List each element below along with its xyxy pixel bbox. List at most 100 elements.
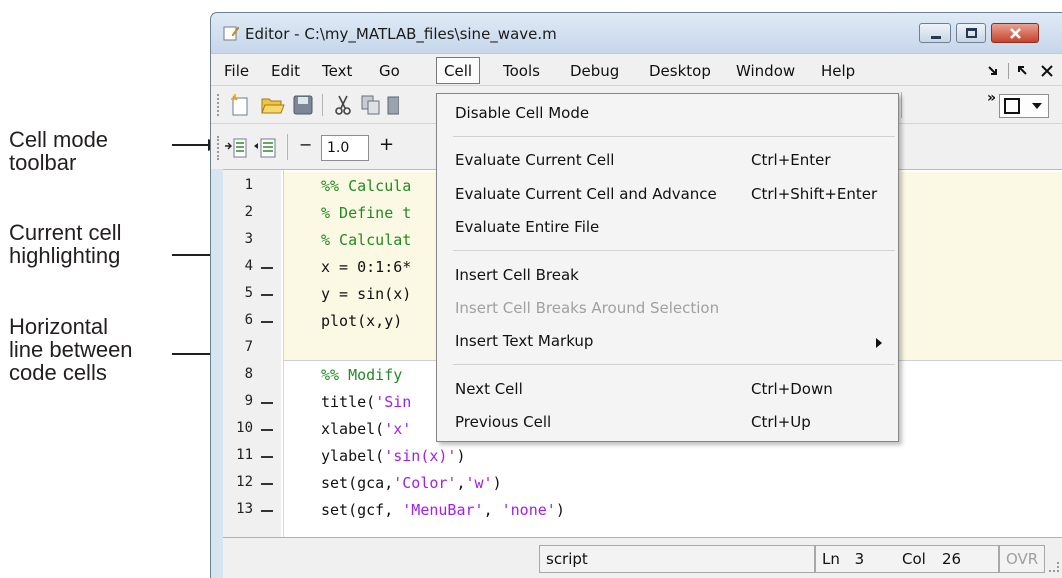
code-line[interactable]: x = 0:1:6* (321, 258, 411, 276)
toolbar-overflow-icon[interactable]: » (987, 90, 996, 106)
decrement-button[interactable]: − (299, 135, 312, 154)
toolbar-grip[interactable] (217, 136, 220, 160)
layout-square-icon (1004, 98, 1020, 114)
line-number: 7 (244, 339, 253, 355)
status-bar: script Ln 3 Col 26 OVR (223, 537, 1062, 578)
menu-help[interactable]: Help (821, 62, 855, 80)
code-line[interactable]: set(gcf, 'MenuBar', 'none') (321, 501, 565, 519)
menu-tools[interactable]: Tools (503, 62, 540, 80)
menu-edit[interactable]: Edit (271, 62, 300, 80)
string-token: 'sin(x)' (384, 447, 457, 465)
title-bar[interactable]: Editor - C:\my_MATLAB_files\sine_wave.m (211, 13, 1062, 53)
executable-line-marker[interactable] (261, 321, 273, 323)
menu-item-evaluate-and-advance[interactable]: Evaluate Current Cell and Advance (455, 185, 717, 203)
line-number: 13 (236, 501, 253, 517)
close-editor-icon[interactable] (1041, 65, 1053, 77)
menu-bar: File Edit Text Go Cell Tools Debug Deskt… (211, 53, 1062, 85)
line-number: 2 (244, 204, 253, 220)
menu-separator (453, 250, 895, 251)
code-line[interactable]: % Define t (321, 204, 411, 222)
executable-line-marker[interactable] (261, 483, 273, 485)
code-token: title( (321, 393, 376, 411)
close-button[interactable] (991, 23, 1039, 43)
code-line[interactable]: %% Modify (321, 366, 402, 384)
menu-debug[interactable]: Debug (570, 62, 619, 80)
dock-icon[interactable] (987, 65, 999, 77)
code-token: ) (555, 501, 565, 519)
chevron-down-icon (1032, 103, 1042, 109)
shortcut-next-cell: Ctrl+Down (751, 380, 833, 398)
menu-item-insert-cell-break[interactable]: Insert Cell Break (455, 266, 579, 284)
executable-line-marker[interactable] (261, 429, 273, 431)
line-number: 12 (236, 474, 253, 490)
code-line[interactable]: set(gca,'Color','w') (321, 474, 502, 492)
menu-window[interactable]: Window (736, 62, 795, 80)
copy-icon[interactable] (361, 95, 381, 115)
menu-desktop[interactable]: Desktop (649, 62, 711, 80)
string-token: 'MenuBar' (402, 501, 484, 519)
string-token: 'w' (465, 474, 493, 492)
menu-item-disable-cell-mode[interactable]: Disable Cell Mode (455, 104, 589, 122)
submenu-arrow-icon (876, 338, 882, 348)
new-file-icon[interactable] (230, 94, 250, 116)
code-token: ) (492, 474, 502, 492)
code-line[interactable]: % Calculat (321, 231, 411, 249)
toolbar-grip[interactable] (217, 94, 220, 116)
cell-menu-dropdown: Disable Cell Mode Evaluate Current Cell … (436, 93, 899, 442)
menu-item-evaluate-entire-file[interactable]: Evaluate Entire File (455, 218, 599, 236)
line-number: 5 (244, 285, 253, 301)
open-folder-icon[interactable] (261, 95, 285, 115)
code-line[interactable]: y = sin(x) (321, 285, 411, 303)
annotation-line: line between (9, 337, 133, 362)
layout-dropdown[interactable] (999, 94, 1049, 118)
code-line[interactable]: plot(x,y) (321, 312, 402, 330)
annotation-horizontal-line: Horizontal line between code cells (9, 315, 133, 384)
status-ln-value: 3 (854, 550, 865, 568)
annotation-line: highlighting (9, 243, 121, 268)
menu-item-previous-cell[interactable]: Previous Cell (455, 413, 551, 431)
menu-item-insert-text-markup[interactable]: Insert Text Markup (455, 332, 593, 350)
resize-grip-icon[interactable] (1049, 562, 1059, 572)
menu-text[interactable]: Text (322, 62, 352, 80)
executable-line-marker[interactable] (261, 402, 273, 404)
code-token: set(gcf, (321, 501, 403, 519)
code-line[interactable]: %% Calcula (321, 177, 411, 195)
undock-icon[interactable] (1017, 65, 1029, 77)
executable-line-marker[interactable] (261, 456, 273, 458)
code-line[interactable]: title('Sin (321, 393, 411, 411)
annotation-current-cell-highlighting: Current cell highlighting (9, 221, 121, 267)
string-token: 'Sin (375, 393, 412, 411)
increment-value-field[interactable]: 1.0 (321, 135, 369, 161)
paste-icon[interactable] (387, 95, 399, 115)
line-number: 10 (236, 420, 253, 436)
insert-cell-around-icon[interactable] (254, 137, 276, 159)
line-number: 11 (236, 447, 253, 463)
menu-item-next-cell[interactable]: Next Cell (455, 380, 523, 398)
code-token: set(gca, (321, 474, 394, 492)
maximize-button[interactable] (956, 23, 986, 43)
insert-cell-break-icon[interactable] (225, 137, 247, 159)
code-line[interactable]: xlabel('x' (321, 420, 411, 438)
code-line[interactable]: ylabel('sin(x)') (321, 447, 466, 465)
menu-file[interactable]: File (224, 62, 249, 80)
menu-go[interactable]: Go (379, 62, 400, 80)
executable-line-marker[interactable] (261, 294, 273, 296)
line-number: 3 (244, 231, 253, 247)
executable-line-marker[interactable] (261, 267, 273, 269)
menu-item-evaluate-current-cell[interactable]: Evaluate Current Cell (455, 151, 614, 169)
status-ln-label: Ln (822, 550, 840, 568)
minimize-button[interactable] (919, 23, 951, 43)
menu-separator (453, 136, 895, 137)
string-token: 'x' (384, 420, 412, 438)
executable-line-marker[interactable] (261, 510, 273, 512)
line-number: 1 (244, 177, 253, 193)
save-icon[interactable] (293, 95, 313, 115)
cut-icon[interactable] (334, 95, 352, 115)
maximize-icon (966, 28, 977, 38)
menu-cell[interactable]: Cell (436, 57, 481, 84)
string-token: 'none' (501, 501, 556, 519)
menu-separator (453, 364, 895, 365)
annotation-cell-mode-toolbar: Cell mode toolbar (9, 128, 108, 174)
status-mode: script (539, 545, 815, 573)
increment-button[interactable]: + (379, 134, 394, 155)
